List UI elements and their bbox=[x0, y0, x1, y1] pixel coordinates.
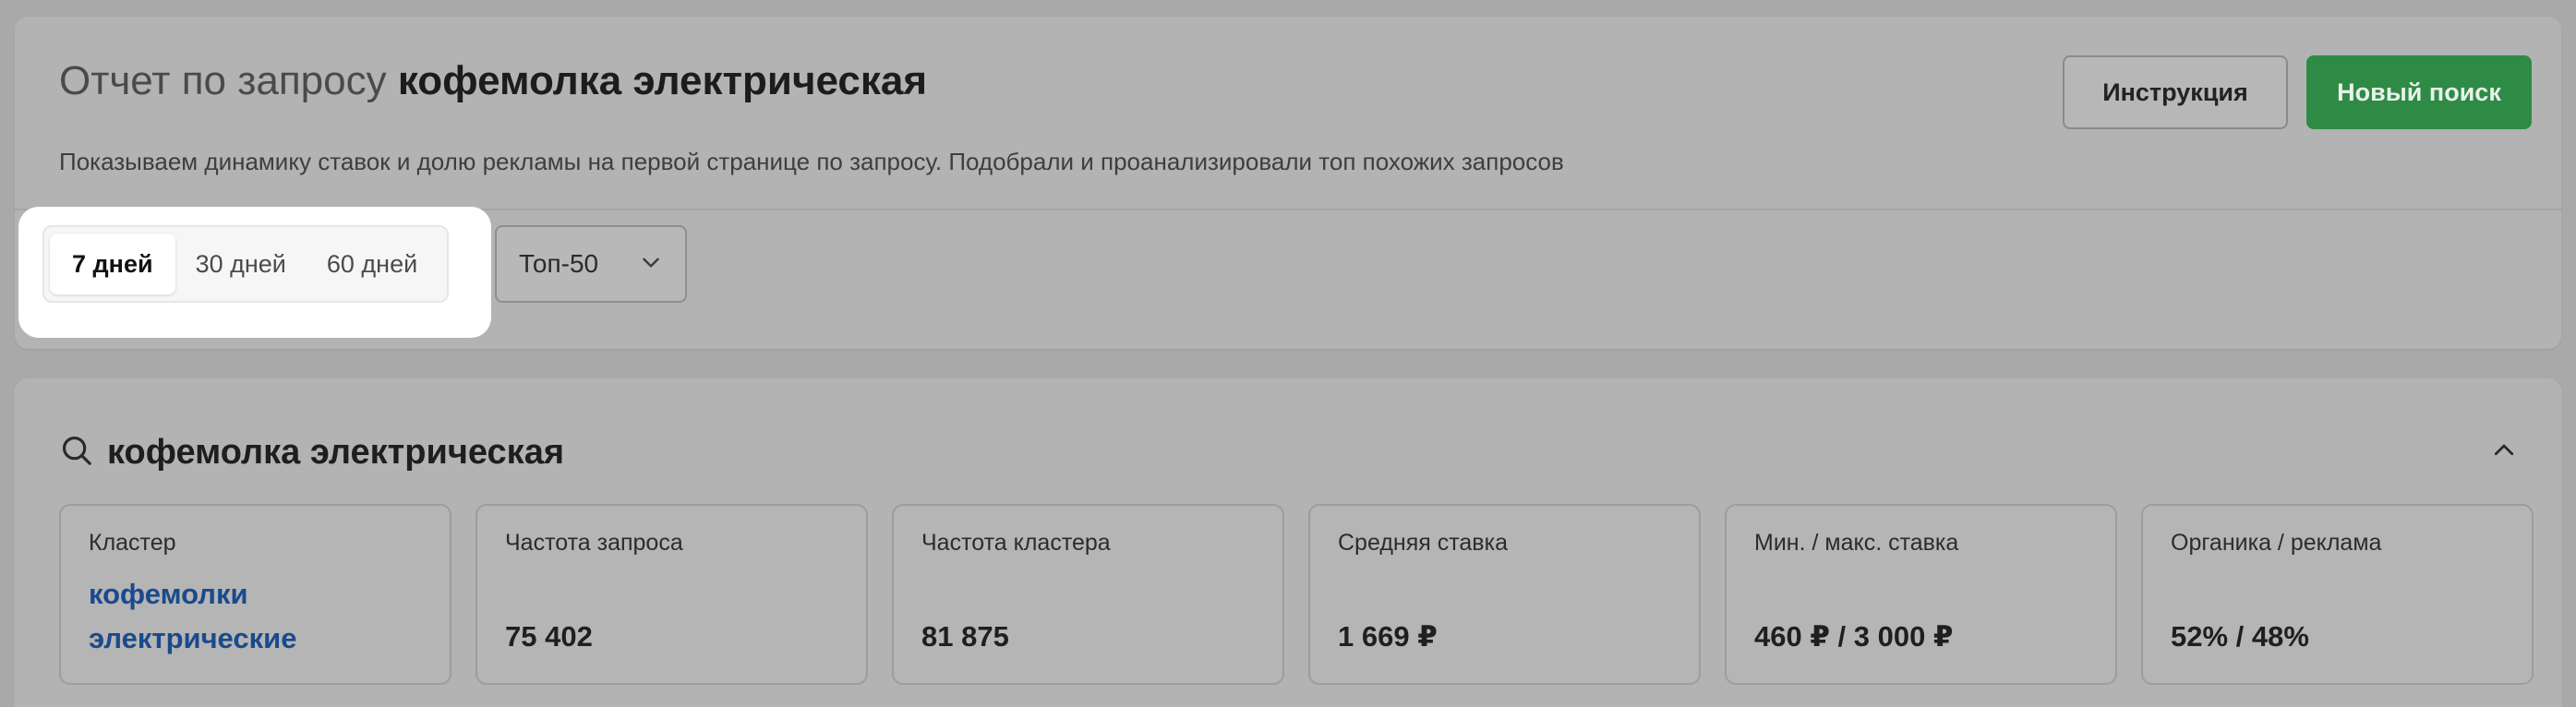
period-tab-30-days[interactable]: 30 дней bbox=[175, 234, 307, 294]
cluster-link-line-1: кофемолки bbox=[89, 578, 248, 610]
metric-cluster-frequency: Частота кластера 81 875 bbox=[892, 504, 1284, 685]
query-card-title: кофемолка электрическая bbox=[107, 432, 565, 472]
metric-label: Частота запроса bbox=[505, 530, 683, 556]
metric-label: Органика / реклама bbox=[2171, 530, 2382, 556]
chevron-up-icon bbox=[2490, 437, 2518, 469]
query-card: кофемолка электрическая Кластер кофемолк… bbox=[15, 378, 2561, 707]
metric-cluster: Кластер кофемолки электрические bbox=[59, 504, 451, 685]
metric-label: Кластер bbox=[89, 530, 176, 556]
metric-value: 1 669 ₽ bbox=[1338, 620, 1438, 653]
metric-organic-ads: Органика / реклама 52% / 48% bbox=[2141, 504, 2534, 685]
cluster-link-line-2: электрические bbox=[89, 622, 297, 654]
query-card-header: кофемолка электрическая bbox=[59, 425, 564, 480]
metric-min-max-bid: Мин. / макс. ставка 460 ₽ / 3 000 ₽ bbox=[1725, 504, 2117, 685]
metric-label: Средняя ставка bbox=[1338, 530, 1508, 556]
metric-value: 460 ₽ / 3 000 ₽ bbox=[1754, 620, 1954, 653]
metric-value: 52% / 48% bbox=[2171, 620, 2309, 653]
metric-query-frequency: Частота запроса 75 402 bbox=[475, 504, 868, 685]
collapse-button[interactable] bbox=[2478, 426, 2530, 478]
metric-value: 75 402 bbox=[505, 620, 593, 653]
page-title-query: кофемолка электрическая bbox=[397, 58, 928, 103]
instruction-button[interactable]: Инструкция bbox=[2063, 55, 2288, 129]
chevron-down-icon bbox=[639, 250, 663, 279]
metric-label: Мин. / макс. ставка bbox=[1754, 530, 1959, 556]
search-icon bbox=[59, 433, 94, 473]
cluster-link[interactable]: кофемолки электрические bbox=[89, 572, 403, 661]
period-tab-60-days[interactable]: 60 дней bbox=[307, 234, 438, 294]
metrics-row: Кластер кофемолки электрические Частота … bbox=[59, 504, 2534, 689]
new-search-button[interactable]: Новый поиск bbox=[2306, 55, 2532, 129]
page-subtitle: Показываем динамику ставок и долю реклам… bbox=[59, 148, 1564, 175]
metric-average-bid: Средняя ставка 1 669 ₽ bbox=[1308, 504, 1701, 685]
period-tab-7-days[interactable]: 7 дней bbox=[50, 234, 175, 294]
metric-value: 81 875 bbox=[921, 620, 1009, 653]
page-title-prefix: Отчет по запросу bbox=[59, 58, 387, 103]
page-title: Отчет по запросу кофемолка электрическая bbox=[59, 57, 927, 106]
metric-label: Частота кластера bbox=[921, 530, 1111, 556]
period-selector: 7 дней 30 дней 60 дней bbox=[42, 225, 449, 303]
top-select-value: Топ-50 bbox=[519, 249, 599, 278]
top-select-dropdown[interactable]: Топ-50 bbox=[495, 225, 687, 303]
report-header: Отчет по запросу кофемолка электрическая… bbox=[15, 17, 2561, 210]
